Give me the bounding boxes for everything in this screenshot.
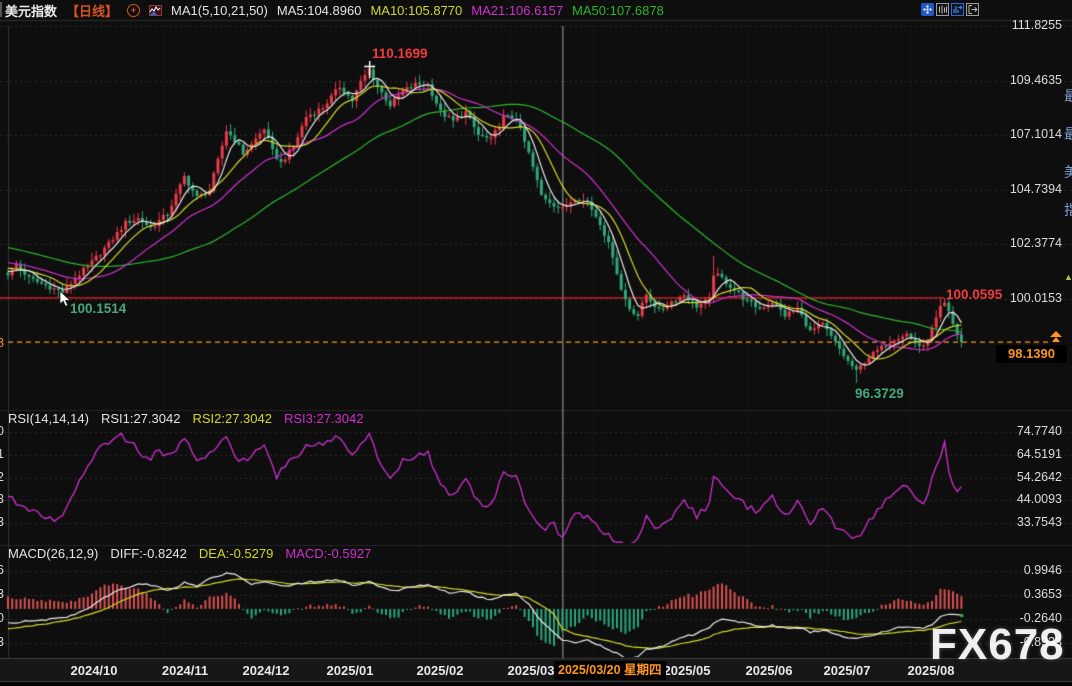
left-edge-clipped-label: 0	[0, 611, 6, 625]
time-axis-label: 2024/10	[71, 663, 118, 678]
time-axis-label: 2025/01	[327, 663, 374, 678]
add-indicator-icon[interactable]: +	[127, 4, 140, 17]
swing-low-annotation: 100.1514	[70, 301, 126, 316]
left-edge-clipped-label: 8	[0, 336, 6, 350]
header-edge-mark	[0, 2, 2, 17]
price-axis-label: 111.8255	[1012, 18, 1062, 32]
chart-app: 美元指数 【日线】 + MA1(5,10,21,50) MA5:104.8960…	[0, 0, 1072, 686]
price-axis-label: 104.7394	[1010, 182, 1062, 196]
rsi2-value: RSI2:27.3042	[192, 411, 272, 426]
left-edge-clipped-label: 1	[0, 447, 6, 461]
time-axis-label: 2025/07	[824, 663, 871, 678]
price-axis-label: 102.3774	[1010, 236, 1062, 250]
rsi-axis-label: 33.7543	[1017, 515, 1062, 529]
right-edge-clipped-label: 最	[1064, 124, 1072, 144]
ma21-value: MA21:106.6157	[471, 3, 563, 18]
rsi-title[interactable]: RSI(14,14,14)	[8, 411, 89, 426]
macd-title[interactable]: MACD(26,12,9)	[8, 546, 98, 561]
price-axis-label: 109.4635	[1010, 73, 1062, 87]
macd-value: MACD:-0.5927	[285, 546, 371, 561]
chart-header: 美元指数 【日线】 + MA1(5,10,21,50) MA5:104.8960…	[5, 0, 664, 20]
left-edge-clipped-label: 0	[0, 424, 6, 438]
time-axis-label: 2025/02	[417, 663, 464, 678]
ma-settings-label[interactable]: MA1(5,10,21,50)	[171, 3, 268, 18]
right-edge-clipped-marker: ▲	[1064, 272, 1072, 282]
indicator-chart-view-icon[interactable]	[951, 3, 964, 16]
left-edge-clipped-label: 3	[0, 635, 6, 649]
time-axis-label: 2025/03	[508, 663, 555, 678]
fx678-watermark: FX678	[930, 620, 1065, 670]
left-edge-clipped-label: 3	[0, 492, 6, 506]
price-marker-arrow-icon	[1052, 337, 1060, 342]
period-selector[interactable]: 【日线】	[66, 1, 118, 20]
ma50-value: MA50:107.6878	[572, 3, 664, 18]
macd-axis-label: 0.9946	[1024, 563, 1062, 577]
macd-header: MACD(26,12,9) DIFF:-0.8242 DEA:-0.5279 M…	[8, 546, 371, 561]
right-edge-clipped-label: 指	[1064, 200, 1072, 220]
right-edge-clipped-label: 美	[1064, 162, 1072, 182]
crosshair-date-badge: 2025/03/20 星期四	[554, 661, 666, 680]
rsi-header: RSI(14,14,14) RSI1:27.3042 RSI2:27.3042 …	[8, 411, 363, 426]
ma10-value: MA10:105.8770	[370, 3, 462, 18]
candlestick-view-icon[interactable]	[936, 3, 949, 16]
left-edge-clipped-label: 3	[0, 587, 6, 601]
pop-out-icon[interactable]	[966, 3, 979, 16]
peak-price-annotation: 110.1699	[372, 46, 428, 61]
rsi-axis-label: 74.7740	[1017, 424, 1062, 438]
resistance-price-label: 100.0595	[946, 287, 1002, 302]
price-axis-label: 100.0153	[1010, 291, 1062, 305]
time-axis-label: 2024/11	[162, 663, 208, 678]
ma5-value: MA5:104.8960	[277, 3, 362, 18]
mouse-cursor-icon	[59, 290, 72, 313]
chart-toolbar	[921, 3, 979, 16]
crosshair-tool-icon[interactable]	[921, 3, 934, 16]
macd-axis-label: 0.3653	[1024, 587, 1062, 601]
left-edge-clipped-label: 2	[0, 470, 6, 484]
time-axis-label: 2025/05	[664, 663, 711, 678]
time-axis-label: 2025/06	[746, 663, 793, 678]
dea-value: DEA:-0.5279	[199, 546, 273, 561]
left-edge-clipped-label: 6	[0, 563, 6, 577]
diff-value: DIFF:-0.8242	[110, 546, 187, 561]
rsi-axis-label: 44.0093	[1017, 492, 1062, 506]
rsi-axis-label: 64.5191	[1017, 447, 1062, 461]
rsi-axis-label: 54.2642	[1017, 470, 1062, 484]
candlestick-thumbnail-icon[interactable]	[149, 5, 162, 16]
time-axis-label: 2024/12	[243, 663, 290, 678]
rsi1-value: RSI1:27.3042	[101, 411, 181, 426]
rsi3-value: RSI3:27.3042	[284, 411, 364, 426]
right-edge-clipped-label: 最	[1064, 86, 1072, 106]
last-price-badge: 98.1390	[996, 345, 1067, 363]
bottom-price-annotation: 96.3729	[855, 386, 904, 401]
price-axis-label: 107.1014	[1010, 127, 1062, 141]
chart-canvas[interactable]	[0, 0, 1072, 686]
left-edge-clipped-label: 3	[0, 515, 6, 529]
symbol-name[interactable]: 美元指数	[5, 1, 57, 20]
